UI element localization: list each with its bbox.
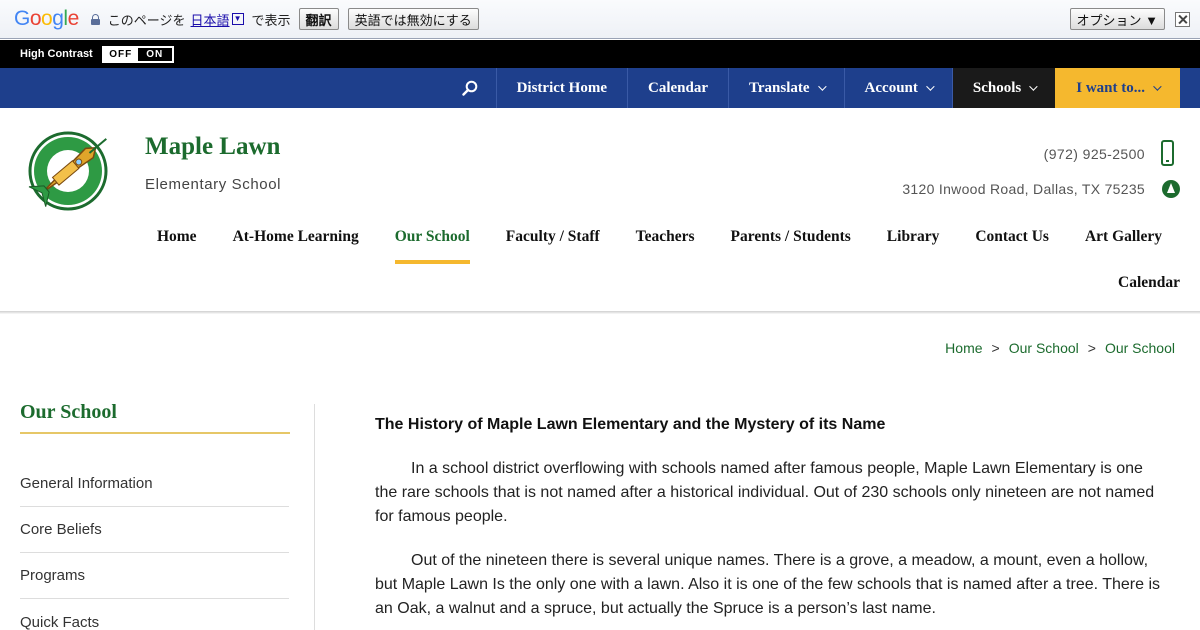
main-nav-teachers[interactable]: Teachers	[618, 222, 713, 268]
top-nav-district-home[interactable]: District Home	[497, 68, 628, 108]
breadcrumb: Home > Our School > Our School	[945, 340, 1175, 356]
breadcrumb-separator: >	[1087, 340, 1096, 356]
sidebar-item-core-beliefs[interactable]: Core Beliefs	[20, 507, 289, 553]
sidebar-title: Our School	[20, 401, 117, 423]
chevron-down-icon	[926, 82, 935, 91]
school-phone[interactable]: (972) 925-2500	[1044, 146, 1145, 162]
main-nav-parents-students[interactable]: Parents / Students	[713, 222, 869, 268]
school-name[interactable]: Maple Lawn	[145, 133, 280, 161]
close-icon[interactable]	[1175, 11, 1190, 27]
breadcrumb-current[interactable]: Our School	[1105, 340, 1175, 356]
article-paragraph: Out of the nineteen there is several uni…	[375, 552, 1161, 617]
sidebar-item-quick-facts[interactable]: Quick Facts	[20, 599, 289, 630]
top-nav-i-want-to[interactable]: I want to...	[1055, 68, 1180, 108]
top-nav-calendar[interactable]: Calendar	[628, 68, 729, 108]
school-logo[interactable]	[22, 128, 120, 212]
translate-prompt: このページを	[107, 12, 186, 28]
breadcrumb-our-school[interactable]: Our School	[1009, 340, 1079, 356]
article-heading: The History of Maple Lawn Elementary and…	[375, 416, 886, 433]
article-paragraph: In a school district overflowing with sc…	[375, 460, 1155, 525]
header-divider	[0, 311, 1200, 314]
disable-translate-button[interactable]: 英語では無効にする	[347, 8, 479, 30]
phone-icon[interactable]	[1161, 140, 1174, 166]
top-nav: District Home Calendar Translate Account…	[0, 68, 1200, 108]
high-contrast-toggle[interactable]: OFF ON	[101, 45, 174, 63]
article: The History of Maple Lawn Elementary and…	[375, 413, 1165, 630]
high-contrast-label: High Contrast	[20, 48, 93, 60]
sidebar-item-programs[interactable]: Programs	[20, 553, 289, 599]
top-nav-schools[interactable]: Schools	[952, 68, 1056, 108]
breadcrumb-separator: >	[991, 340, 1000, 356]
main-nav-library[interactable]: Library	[869, 222, 958, 268]
chevron-down-icon	[1153, 82, 1162, 91]
search-button[interactable]	[444, 68, 497, 108]
school-address[interactable]: 3120 Inwood Road, Dallas, TX 75235	[902, 181, 1145, 197]
chevron-down-icon	[1029, 82, 1038, 91]
sidebar-title-rule	[20, 432, 290, 434]
school-subtitle: Elementary School	[145, 176, 282, 193]
breadcrumb-home[interactable]: Home	[945, 340, 982, 356]
main-nav-our-school[interactable]: Our School	[377, 222, 488, 268]
language-dropdown-icon[interactable]: ▼	[231, 13, 244, 25]
main-nav-home[interactable]: Home	[139, 222, 215, 268]
main-nav: Home At-Home Learning Our School Faculty…	[100, 222, 1180, 314]
content-divider	[314, 404, 315, 630]
high-contrast-off[interactable]: OFF	[103, 47, 138, 61]
search-icon	[461, 80, 477, 96]
translate-button[interactable]: 翻訳	[298, 8, 339, 30]
translate-bar: Google このページを 日本語 ▼ で表示 翻訳 英語では無効にする オプシ…	[0, 0, 1200, 39]
main-nav-calendar[interactable]: Calendar	[1100, 268, 1180, 314]
high-contrast-on[interactable]: ON	[137, 47, 172, 61]
main-nav-art-gallery[interactable]: Art Gallery	[1067, 222, 1180, 268]
sidebar-item-general-information[interactable]: General Information	[20, 461, 289, 507]
google-logo: Google	[14, 7, 79, 30]
lock-icon	[90, 13, 100, 25]
translate-suffix: で表示	[251, 12, 291, 28]
chevron-down-icon	[817, 82, 827, 91]
main-nav-at-home-learning[interactable]: At-Home Learning	[215, 222, 377, 268]
top-nav-translate[interactable]: Translate	[729, 68, 845, 108]
sidebar-menu: General Information Core Beliefs Program…	[20, 461, 289, 630]
options-button[interactable]: オプション ▼	[1069, 8, 1165, 30]
main-nav-contact-us[interactable]: Contact Us	[957, 222, 1067, 268]
main-nav-faculty-staff[interactable]: Faculty / Staff	[488, 222, 618, 268]
map-marker-icon[interactable]	[1162, 180, 1180, 198]
high-contrast-bar: High Contrast OFF ON	[0, 40, 1200, 68]
translate-language-link[interactable]: 日本語	[191, 10, 230, 29]
top-nav-account[interactable]: Account	[845, 68, 953, 108]
